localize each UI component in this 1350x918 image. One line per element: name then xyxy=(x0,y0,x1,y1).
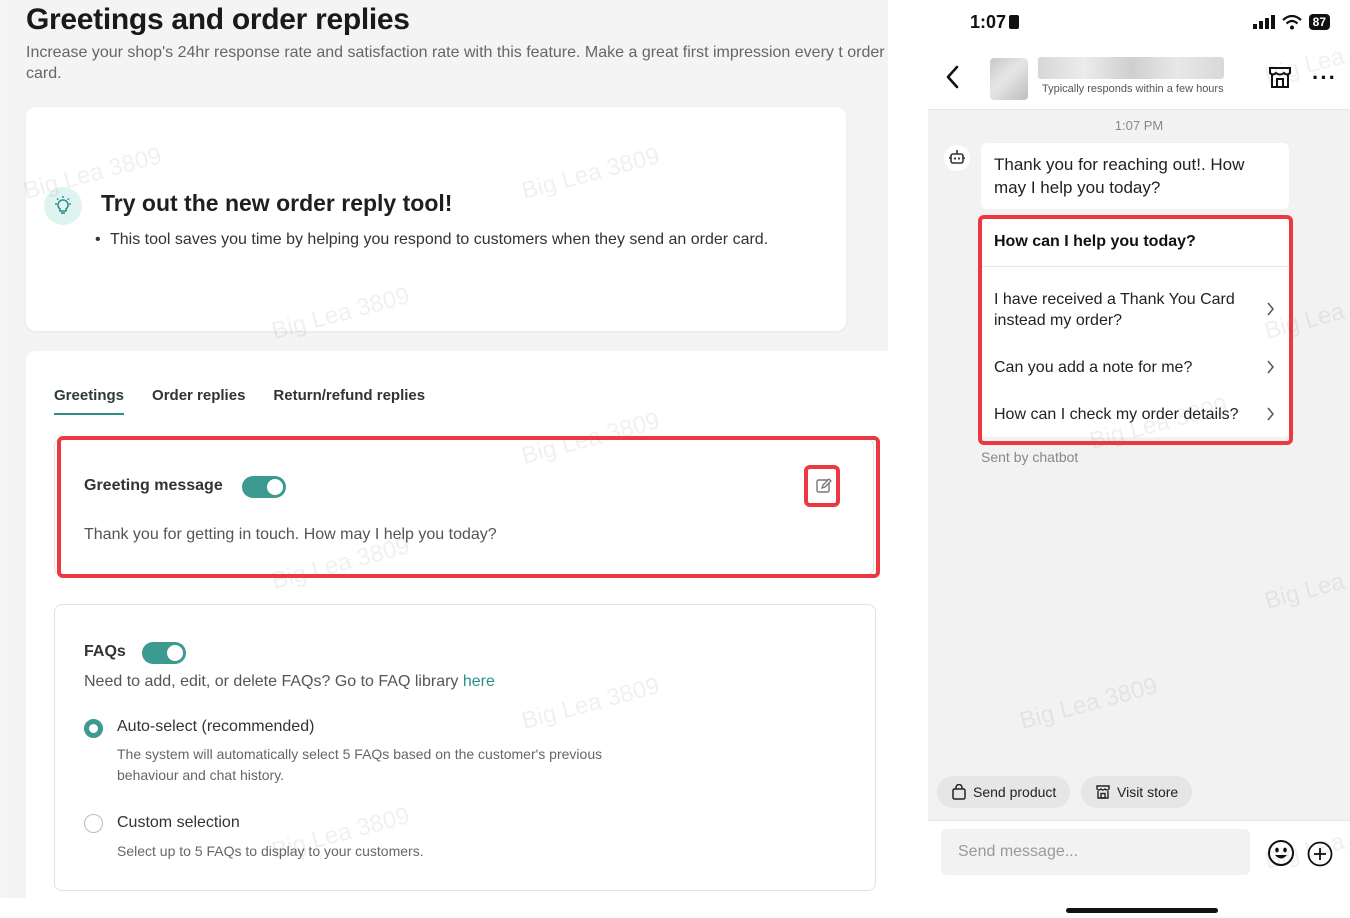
auto-select-radio[interactable] xyxy=(84,719,103,738)
greeting-toggle[interactable] xyxy=(242,476,286,498)
sim-icon xyxy=(1009,15,1020,29)
chevron-right-icon xyxy=(1267,302,1274,316)
visit-store-button[interactable]: Visit store xyxy=(1081,776,1193,808)
status-time-text: 1:07 xyxy=(970,12,1007,32)
bag-icon xyxy=(952,784,966,800)
watermark: Big Lea 3809 xyxy=(1261,552,1350,615)
quick-reply-text: Can you add a note for me? xyxy=(994,359,1193,376)
quick-reply-card: How can I help you today? I have receive… xyxy=(981,218,1289,437)
tab-return-refund-replies[interactable]: Return/refund replies xyxy=(273,387,425,415)
emoji-icon[interactable] xyxy=(1267,839,1295,867)
auto-select-label: Auto-select (recommended) xyxy=(117,718,315,735)
quick-reply-item[interactable]: How can I check my order details? xyxy=(981,394,1289,437)
signal-icon xyxy=(1252,15,1275,29)
bot-message-bubble: Thank you for reaching out!. How may I h… xyxy=(981,143,1289,209)
quick-reply-text: I have received a Thank You Card instead… xyxy=(994,291,1235,329)
visit-store-label: Visit store xyxy=(1117,784,1179,800)
send-product-button[interactable]: Send product xyxy=(937,776,1071,808)
screenshot-root: Greetings and order replies Increase you… xyxy=(0,0,1350,918)
tab-order-replies[interactable]: Order replies xyxy=(152,387,245,415)
settings-background: Greetings and order replies Increase you… xyxy=(3,0,888,898)
tab-bar: Greetings Order replies Return/refund re… xyxy=(54,387,425,415)
send-product-label: Send product xyxy=(973,784,1057,800)
edit-icon[interactable] xyxy=(815,477,833,495)
quick-reply-text: How can I check my order details? xyxy=(994,406,1239,423)
chevron-right-icon xyxy=(1267,360,1274,374)
battery-indicator: 87 xyxy=(1308,14,1330,30)
message-input[interactable] xyxy=(941,829,1250,875)
tab-greetings[interactable]: Greetings xyxy=(54,387,125,415)
phone-chat-preview: 1:07 87 Typically responds within a few … xyxy=(928,0,1350,918)
auto-select-description: The system will automatically select 5 F… xyxy=(117,746,603,783)
quick-reply-title: How can I help you today? xyxy=(981,218,1289,267)
custom-selection-description: Select up to 5 FAQs to display to your c… xyxy=(117,843,424,859)
quick-reply-item[interactable]: I have received a Thank You Card instead… xyxy=(981,267,1289,345)
response-time-text: Typically responds within a few hours xyxy=(1042,83,1224,95)
settings-card: Greetings Order replies Return/refund re… xyxy=(26,351,888,898)
promo-card: Try out the new order reply tool! This t… xyxy=(26,107,846,331)
faq-label: FAQs xyxy=(84,643,126,660)
greeting-message: Thank you for getting in touch. How may … xyxy=(84,526,497,543)
store-icon xyxy=(1096,785,1110,799)
settings-panel: Greetings and order replies Increase you… xyxy=(0,0,888,898)
greeting-section: Greeting message Thank you for getting i… xyxy=(54,438,874,576)
message-timestamp: 1:07 PM xyxy=(1114,118,1164,133)
chat-header: 1:07 87 Typically responds within a few … xyxy=(928,0,1350,110)
custom-selection-radio[interactable] xyxy=(84,814,103,833)
shop-avatar[interactable] xyxy=(990,58,1028,100)
custom-selection-label: Custom selection xyxy=(117,814,240,831)
chatbot-icon xyxy=(944,145,970,171)
message-input-bar xyxy=(928,820,1350,918)
quick-reply-item[interactable]: Can you add a note for me? xyxy=(981,345,1289,394)
faq-help-text: Need to add, edit, or delete FAQs? Go to… xyxy=(84,673,495,691)
faq-section: FAQs Need to add, edit, or delete FAQs? … xyxy=(54,604,876,891)
watermark: Big Lea 3809 xyxy=(1016,672,1161,735)
chevron-right-icon xyxy=(1267,407,1274,421)
sent-by-chatbot: Sent by chatbot xyxy=(981,449,1079,465)
shop-name-blurred xyxy=(1038,57,1224,79)
faq-library-link[interactable]: here xyxy=(463,673,495,690)
more-options-icon[interactable]: ··· xyxy=(1312,65,1337,91)
back-icon[interactable] xyxy=(944,64,960,90)
greeting-label: Greeting message xyxy=(84,477,223,494)
page-description: Increase your shop's 24hr response rate … xyxy=(26,44,885,82)
page-title: Greetings and order replies xyxy=(26,3,410,36)
wifi-icon xyxy=(1281,14,1302,29)
store-icon[interactable] xyxy=(1267,64,1293,90)
promo-title: Try out the new order reply tool! xyxy=(101,190,453,216)
status-time: 1:07 xyxy=(970,12,1020,33)
faq-toggle[interactable] xyxy=(142,642,186,664)
lightbulb-icon xyxy=(44,187,82,225)
plus-icon[interactable] xyxy=(1307,841,1333,867)
promo-bullet: This tool saves you time by helping you … xyxy=(95,231,768,249)
faq-help-label: Need to add, edit, or delete FAQs? Go to… xyxy=(84,673,463,690)
status-icons: 87 xyxy=(1252,14,1330,30)
home-indicator xyxy=(1066,908,1218,913)
